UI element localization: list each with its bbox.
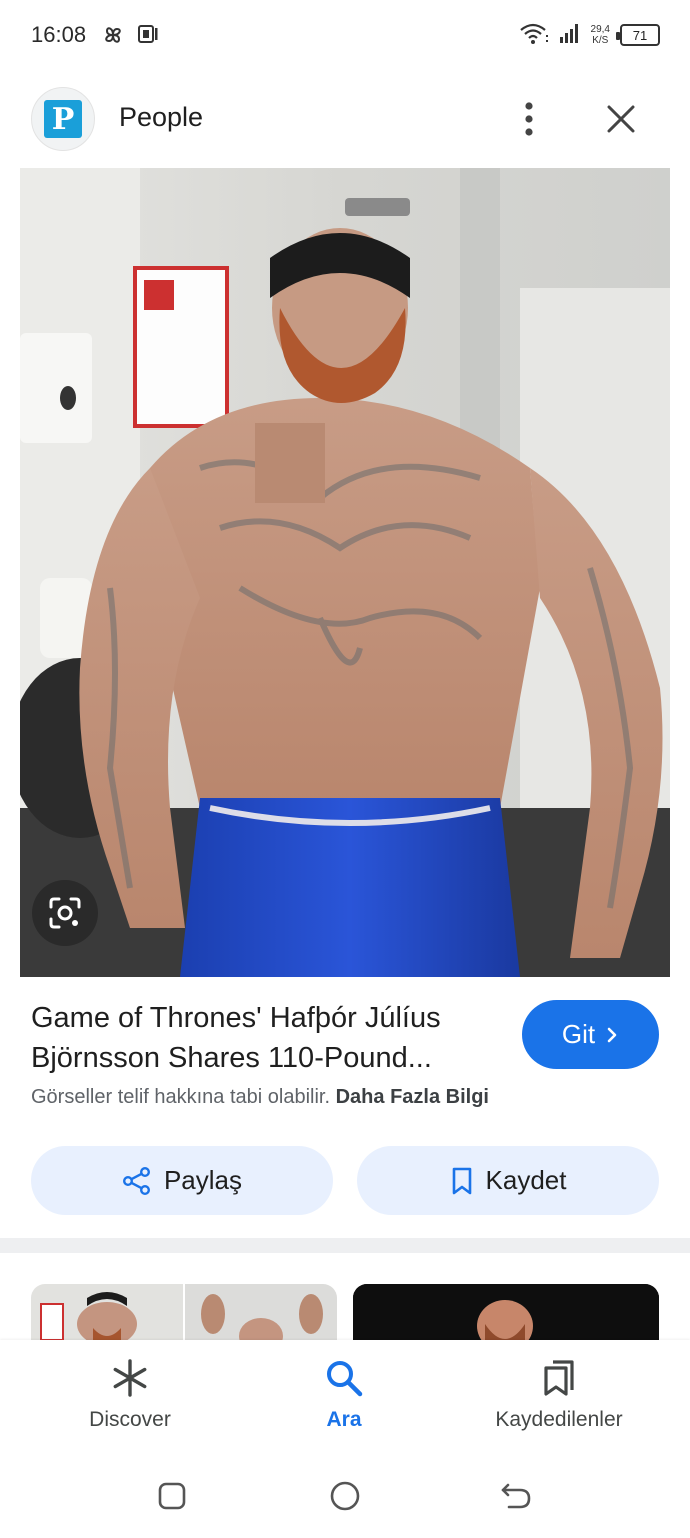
bookmark-icon bbox=[452, 1167, 471, 1194]
nav-search[interactable]: Ara bbox=[244, 1340, 444, 1458]
system-navigation-bar bbox=[0, 1458, 690, 1538]
chevron-right-icon bbox=[607, 1027, 617, 1042]
visit-button[interactable]: Git bbox=[522, 1000, 659, 1069]
app-notification-icon bbox=[136, 22, 162, 48]
network-speed-unit: K/S bbox=[592, 35, 609, 46]
wifi-icon bbox=[519, 21, 549, 50]
lens-icon bbox=[49, 897, 81, 929]
section-divider bbox=[0, 1238, 690, 1253]
asterisk-icon bbox=[113, 1359, 147, 1397]
save-button[interactable]: Kaydet bbox=[357, 1146, 659, 1215]
nav-saved-label: Kaydedilenler bbox=[495, 1408, 623, 1431]
more-options-button[interactable] bbox=[510, 94, 548, 144]
nav-search-label: Ara bbox=[326, 1408, 362, 1431]
save-label: Kaydet bbox=[485, 1165, 567, 1195]
site-name[interactable]: People bbox=[119, 102, 203, 133]
network-speed-value: 29,4 bbox=[590, 24, 610, 35]
more-vert-icon bbox=[525, 102, 533, 136]
network-speed: 29,4 K/S bbox=[591, 24, 610, 46]
learn-more-link[interactable]: Daha Fazla Bilgi bbox=[336, 1086, 489, 1108]
close-button[interactable] bbox=[598, 96, 644, 142]
copyright-notice: Görseller telif hakkına tabi olabilir. D… bbox=[31, 1086, 489, 1109]
visit-button-label: Git bbox=[561, 1019, 596, 1049]
square-icon bbox=[158, 1482, 186, 1510]
related-result-thumbnail[interactable] bbox=[31, 1284, 337, 1340]
bookmarks-icon bbox=[544, 1360, 574, 1396]
home-button[interactable] bbox=[325, 1476, 365, 1516]
circle-icon bbox=[330, 1481, 360, 1511]
back-button[interactable] bbox=[496, 1476, 536, 1516]
pinwheel-icon bbox=[100, 22, 126, 48]
google-lens-button[interactable] bbox=[32, 880, 98, 946]
status-bar: 16:08 29,4 K/S 71 bbox=[0, 0, 690, 70]
recent-apps-button[interactable] bbox=[152, 1476, 192, 1516]
close-icon bbox=[607, 105, 635, 133]
share-icon bbox=[122, 1166, 150, 1195]
related-result-thumbnail[interactable] bbox=[353, 1284, 659, 1340]
signal-icon bbox=[559, 22, 581, 49]
favicon-letter: P bbox=[44, 100, 82, 138]
copyright-text: Görseller telif hakkına tabi olabilir. bbox=[31, 1086, 331, 1108]
search-icon bbox=[327, 1361, 363, 1397]
nav-discover-label: Discover bbox=[89, 1408, 171, 1431]
nav-saved[interactable]: Kaydedilenler bbox=[459, 1340, 659, 1458]
status-time: 16:08 bbox=[31, 22, 87, 47]
share-label: Paylaş bbox=[163, 1165, 243, 1195]
share-button[interactable]: Paylaş bbox=[31, 1146, 333, 1215]
back-arrow-icon bbox=[501, 1483, 531, 1509]
viewer-header: P People bbox=[0, 70, 690, 168]
battery-indicator: 71 bbox=[616, 24, 660, 46]
site-favicon[interactable]: P bbox=[31, 87, 95, 151]
nav-discover[interactable]: Discover bbox=[30, 1340, 230, 1458]
result-image[interactable] bbox=[20, 168, 670, 977]
result-title[interactable]: Game of Thrones' Hafþór Júlíus Björnsson… bbox=[31, 998, 501, 1078]
status-indicators: 29,4 K/S 71 bbox=[519, 20, 660, 50]
bottom-navigation: Discover Ara Kaydedilenler bbox=[0, 1340, 690, 1458]
screen: 16:08 29,4 K/S 71 P People Game of Thron… bbox=[0, 0, 690, 1538]
battery-level: 71 bbox=[632, 27, 648, 43]
